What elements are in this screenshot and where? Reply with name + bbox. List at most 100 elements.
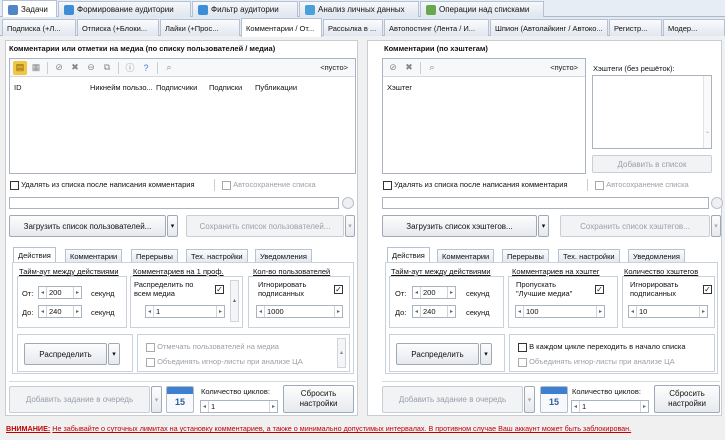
skip-best-checkbox[interactable] <box>595 285 604 295</box>
left-tab-tech[interactable]: Тех. настройки <box>186 249 248 263</box>
left-queue-dropdown[interactable]: ▾ <box>151 386 162 413</box>
delete-icon[interactable]: ✖ <box>68 61 82 75</box>
col-following[interactable]: Подписки <box>209 83 242 92</box>
user-list[interactable]: ▤ ▦ ⊘ ✖ ⊖ ⧉ ⓘ ? ⌕ <пусто> ID Никнейм пол… <box>9 58 356 174</box>
right-delete-after-checkbox[interactable]: Удалять из списка после написания коммен… <box>383 180 568 190</box>
delete-icon[interactable]: ✖ <box>402 61 416 75</box>
right-autosave-checkbox[interactable]: Автосохранение списка <box>595 180 689 190</box>
right-queue-dropdown[interactable]: ▾ <box>524 386 535 413</box>
save-users-button[interactable]: Сохранить список пользователей... <box>186 215 344 237</box>
hashtag-list[interactable]: ⊘ ✖ ⌕ <пусто> Хэштег <box>382 58 586 174</box>
left-users-spin[interactable]: ◂ 1000 ▸ <box>256 305 343 318</box>
left-tab-notify[interactable]: Уведомления <box>255 249 312 263</box>
right-refresh-icon[interactable] <box>711 197 723 209</box>
left-per-profile-spin[interactable]: ◂ 1 ▸ <box>145 305 225 318</box>
right-tab-tech[interactable]: Тех. настройки <box>558 249 620 263</box>
distribute-all-label: Распределить по всем медиа <box>134 280 194 298</box>
subtab-moderation[interactable]: Модер... <box>663 19 725 36</box>
right-path-input[interactable] <box>382 197 709 209</box>
save-hashtags-button[interactable]: Сохранить список хэштегов... <box>560 215 710 237</box>
col-posts[interactable]: Публикации <box>255 83 297 92</box>
search-icon[interactable]: ⌕ <box>425 61 439 75</box>
right-merge-ignore-checkbox[interactable]: Объединять игнор-листы при анализе ЦА <box>518 357 675 367</box>
right-timeout-to[interactable]: ◂ 240 ▸ <box>412 305 456 318</box>
refresh-icon[interactable] <box>342 197 354 209</box>
subtab-autoposting[interactable]: Автопостинг (Лента / И... <box>384 19 489 36</box>
left-tab-comments[interactable]: Комментарии <box>65 249 123 263</box>
left-path-input[interactable] <box>9 197 339 209</box>
tab-filter[interactable]: Фильтр аудитории <box>192 1 298 17</box>
right-count-spin[interactable]: ◂ 10 ▸ <box>628 305 708 318</box>
restart-cycle-checkbox[interactable]: В каждом цикле переходить в начало списк… <box>518 342 686 352</box>
subtab-mailing[interactable]: Рассылка в ... <box>323 19 383 36</box>
tab-analysis[interactable]: Анализ личных данных <box>299 1 419 17</box>
load-users-button[interactable]: Загрузить список пользователей... <box>9 215 166 237</box>
tab-list-ops[interactable]: Операции над списками <box>420 1 544 17</box>
folder-icon[interactable]: ▤ <box>13 60 27 75</box>
subtab-register[interactable]: Регистр... <box>609 19 662 36</box>
right-tab-notify[interactable]: Уведомления <box>628 249 685 263</box>
right-tab-comments[interactable]: Комментарии <box>437 249 495 263</box>
right-tab-pauses[interactable]: Перерывы <box>502 249 549 263</box>
tab-audience[interactable]: Формирование аудитории <box>58 1 191 17</box>
subtab-likes[interactable]: Лайки (+Прос... <box>160 19 240 36</box>
col-id[interactable]: ID <box>14 83 22 92</box>
load-hashtags-dropdown[interactable]: ▾ <box>538 215 549 237</box>
right-calendar-icon[interactable]: 15 <box>540 386 568 413</box>
left-options-scroll[interactable]: ▴ <box>337 338 346 368</box>
search-icon[interactable]: ⌕ <box>162 61 176 75</box>
right-distribute-dropdown[interactable]: ▾ <box>480 343 492 365</box>
filter-icon <box>198 4 208 15</box>
mark-users-checkbox[interactable]: Отмечать пользователей на медиа <box>146 342 279 352</box>
right-distribute-button[interactable]: Распределить <box>396 343 479 365</box>
left-queue-button[interactable]: Добавить задание в очередь <box>9 386 150 413</box>
right-ignore-subscribed-checkbox[interactable] <box>703 285 712 295</box>
hashtags-input-label: Хэштеги (без решёток): <box>593 64 675 73</box>
col-followers[interactable]: Подписчики <box>156 83 197 92</box>
subtab-unfollow[interactable]: Отписка (+Блоки... <box>77 19 159 36</box>
delete-after-checkbox[interactable]: Удалять из списка после написания коммен… <box>10 180 195 190</box>
right-cycles-spin[interactable]: ◂ 1 ▸ <box>571 400 649 413</box>
left-reset-button[interactable]: Сбросить настройки <box>283 385 354 413</box>
right-queue-button[interactable]: Добавить задание в очередь <box>382 386 523 413</box>
left-scrollbar[interactable]: ▴ <box>230 280 239 322</box>
distribute-dropdown[interactable]: ▾ <box>108 343 120 365</box>
subtab-comments[interactable]: Комментарии / От... <box>241 18 322 37</box>
right-per-tag-spin[interactable]: ◂ 100 ▸ <box>515 305 605 318</box>
stop-icon[interactable]: ⊘ <box>386 61 400 75</box>
textarea-scrollbar[interactable]: ⌄ <box>703 76 711 148</box>
add-to-list-button[interactable]: Добавить в список <box>592 155 712 173</box>
left-timeout-to[interactable]: ◂ 240 ▸ <box>38 305 82 318</box>
right-reset-button[interactable]: Сбросить настройки <box>654 385 720 413</box>
tasks-icon <box>8 4 18 15</box>
load-hashtags-button[interactable]: Загрузить список хэштегов... <box>382 215 537 237</box>
right-timeout-from[interactable]: ◂ 200 ▸ <box>412 286 456 299</box>
tab-tasks[interactable]: Задачи <box>2 0 57 18</box>
copy-icon[interactable]: ⧉ <box>100 61 114 75</box>
save-users-dropdown[interactable]: ▾ <box>345 215 355 237</box>
subtab-spy[interactable]: Шпион (Автолайкинг / Автоко... <box>490 19 608 36</box>
left-cycles-spin[interactable]: ◂ 1 ▸ <box>200 400 278 413</box>
autosave-checkbox[interactable]: Автосохранение списка <box>222 180 316 190</box>
left-tab-pauses[interactable]: Перерывы <box>131 249 178 263</box>
subtab-follow[interactable]: Подписка (+Л... <box>2 19 76 36</box>
hashtags-textarea[interactable]: ⌄ <box>592 75 712 149</box>
left-tab-actions[interactable]: Действия <box>13 247 56 263</box>
filter-icon[interactable]: ⊖ <box>84 61 98 75</box>
left-timeout-from[interactable]: ◂ 200 ▸ <box>38 286 82 299</box>
ignore-subscribed-checkbox[interactable] <box>334 285 343 295</box>
distribute-all-checkbox[interactable] <box>215 285 224 295</box>
save-hashtags-dropdown[interactable]: ▾ <box>711 215 721 237</box>
grid-icon[interactable]: ▦ <box>29 61 43 75</box>
col-hashtag[interactable]: Хэштег <box>387 83 412 92</box>
load-users-dropdown[interactable]: ▾ <box>167 215 178 237</box>
stop-icon[interactable]: ⊘ <box>52 61 66 75</box>
col-nickname[interactable]: Никнейм пользо... <box>90 83 153 92</box>
distribute-button[interactable]: Распределить <box>24 343 107 365</box>
calendar-icon[interactable]: 15 <box>166 386 194 413</box>
info-icon[interactable]: ⓘ <box>123 61 137 75</box>
list-ops-icon <box>426 4 436 15</box>
right-tab-actions[interactable]: Действия <box>387 247 430 263</box>
merge-ignore-checkbox[interactable]: Объединять игнор-листы при анализе ЦА <box>146 357 303 367</box>
help-icon[interactable]: ? <box>139 61 153 75</box>
